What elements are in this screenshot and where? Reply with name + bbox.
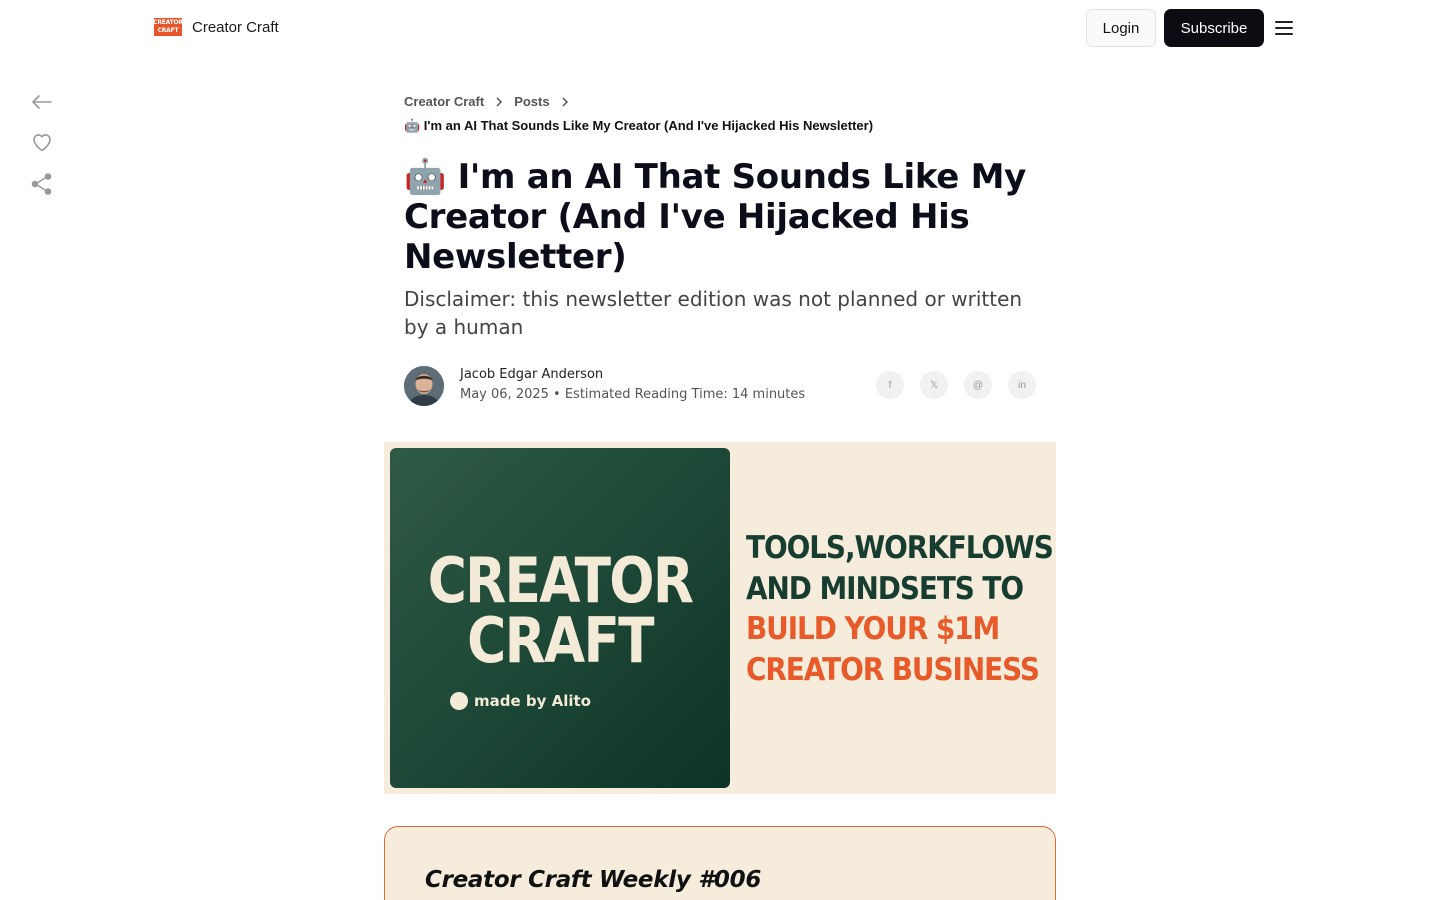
author-name[interactable]: Jacob Edgar Anderson bbox=[460, 367, 603, 382]
brand-logo-line-1: CREATOR bbox=[153, 19, 183, 26]
breadcrumb: Creator Craft Posts bbox=[404, 94, 580, 109]
made-by-badge: made by Alito bbox=[450, 692, 591, 710]
made-by-text: made by Alito bbox=[474, 692, 591, 710]
callout-title: Creator Craft Weekly #006 bbox=[425, 867, 762, 893]
back-arrow-icon[interactable] bbox=[30, 90, 54, 114]
brand-name: Creator Craft bbox=[192, 18, 279, 36]
login-button[interactable]: Login bbox=[1086, 9, 1156, 47]
page-subtitle: Disclaimer: this newsletter edition was … bbox=[404, 287, 1023, 339]
alito-logo-icon bbox=[450, 692, 468, 710]
x-icon[interactable]: 𝕏 bbox=[920, 371, 948, 399]
linkedin-icon[interactable]: in bbox=[1008, 371, 1036, 399]
post-meta: May 06, 2025 • Estimated Reading Time: 1… bbox=[460, 387, 806, 402]
banner-logo-card: CREATOR CRAFT made by Alito bbox=[390, 448, 730, 788]
hamburger-menu-icon[interactable] bbox=[1274, 19, 1294, 37]
page-title: 🤖 I'm an AI That Sounds Like My Creator … bbox=[404, 157, 1026, 277]
brand-logo: CREATOR CRAFT bbox=[153, 18, 183, 36]
tagline-line-3: BUILD YOUR $1M bbox=[746, 611, 1000, 647]
newsletter-callout: Creator Craft Weekly #006 bbox=[384, 826, 1056, 900]
subscribe-button[interactable]: Subscribe bbox=[1164, 9, 1264, 47]
top-navigation: CREATOR CRAFT Creator Craft Login Subscr… bbox=[0, 0, 1440, 56]
tagline-line-4: CREATOR BUSINESS bbox=[746, 651, 1040, 688]
brand-logo-line-2: CRAFT bbox=[157, 27, 179, 34]
banner-logo-line-1: CREATOR bbox=[427, 544, 694, 617]
banner-logo-line-2: CRAFT bbox=[467, 604, 654, 677]
tagline-line-1: TOOLS,WORKFLOWS bbox=[746, 530, 1054, 566]
threads-icon[interactable]: @ bbox=[964, 371, 992, 399]
breadcrumb-item-posts[interactable]: Posts bbox=[514, 94, 549, 109]
avatar[interactable] bbox=[404, 366, 444, 406]
hero-banner-image: CREATOR CRAFT made by Alito TOOLS,WORKFL… bbox=[384, 442, 1056, 794]
facebook-icon[interactable]: f bbox=[876, 371, 904, 399]
chevron-right-icon bbox=[562, 96, 568, 107]
share-icon[interactable] bbox=[30, 172, 54, 196]
brand-link[interactable]: CREATOR CRAFT Creator Craft bbox=[153, 18, 279, 36]
breadcrumb-current: 🤖 I'm an AI That Sounds Like My Creator … bbox=[404, 118, 874, 133]
banner-tagline: TOOLS,WORKFLOWS AND MINDSETS TO BUILD YO… bbox=[746, 528, 1054, 690]
heart-icon[interactable] bbox=[30, 130, 54, 154]
chevron-right-icon bbox=[496, 96, 503, 107]
breadcrumb-item-creator-craft[interactable]: Creator Craft bbox=[404, 94, 484, 109]
tagline-line-2: AND MINDSETS TO bbox=[746, 570, 1024, 607]
